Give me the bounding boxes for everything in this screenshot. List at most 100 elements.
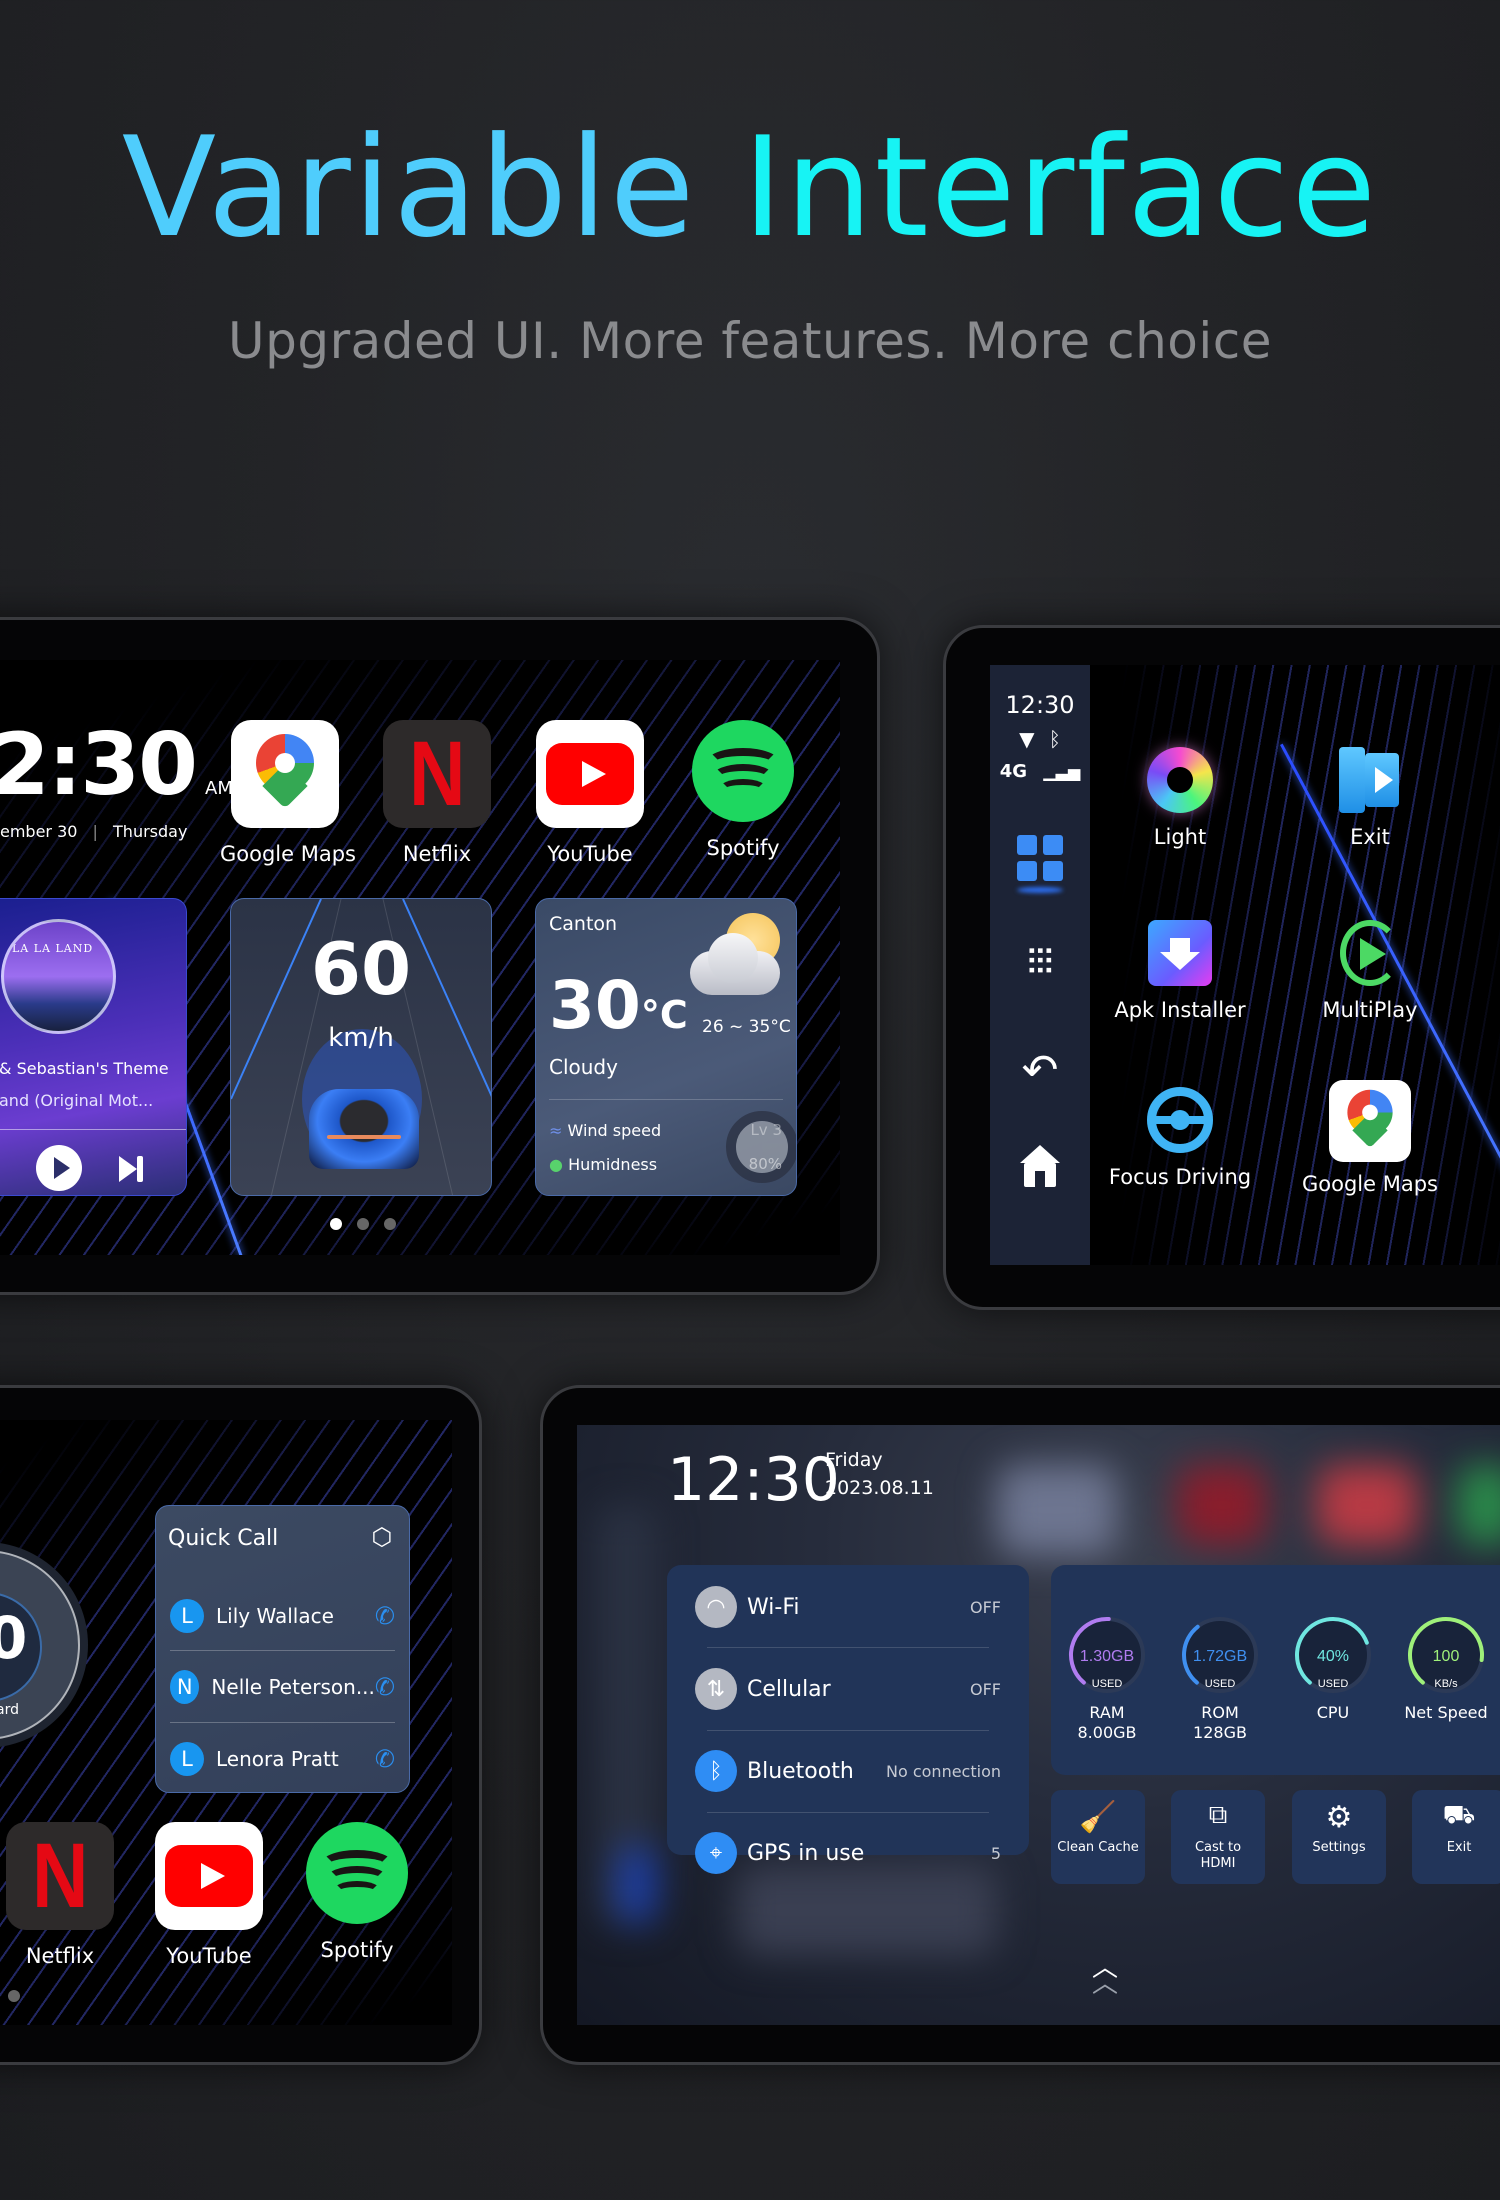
app-label: YouTube: [166, 1944, 252, 1968]
track-title: & Sebastian's Theme: [0, 1059, 169, 1078]
bluetooth-icon: ᛒ: [1048, 727, 1061, 751]
divider: [707, 1730, 989, 1731]
gauge-sub: KB/s: [1434, 1678, 1458, 1690]
app-youtube[interactable]: YouTube: [144, 1822, 274, 1968]
contact-name: Nelle Peterson...: [211, 1675, 375, 1699]
app-focus-driving[interactable]: Focus Driving: [1105, 1087, 1255, 1189]
app-youtube[interactable]: YouTube: [525, 720, 655, 866]
speed-value: 60: [310, 927, 412, 1011]
sliders-icon: ⫶⫶⫶: [1027, 943, 1053, 983]
sidebar-back[interactable]: ↶: [990, 1045, 1090, 1096]
connectivity-panel: ◠ Wi-Fi OFF ⇅ Cellular OFF ᛒ Bluetooth N…: [667, 1565, 1029, 1874]
gauge-sub: USED: [1092, 1678, 1123, 1690]
page-dot-2[interactable]: [357, 1218, 369, 1230]
cloud-sun-icon: [686, 913, 786, 1003]
swipe-up-handle[interactable]: ︿ ︿: [1085, 1955, 1125, 2000]
app-netflix[interactable]: N Netflix: [0, 1822, 125, 1968]
toggle-wifi[interactable]: ◠ Wi-Fi OFF: [695, 1577, 1001, 1637]
cellular-data-icon: ⇅: [695, 1668, 737, 1710]
sidebar-equalizer[interactable]: ⫶⫶⫶: [990, 943, 1090, 983]
control-date: 2023.08.11: [825, 1477, 934, 1499]
screen-launcher: 12:30 ▼ ᛒ 4G ▁▃▅ ⫶⫶⫶ ↶ Light Exit Apk In…: [990, 665, 1500, 1265]
wind-label: Wind speed: [567, 1121, 662, 1140]
next-button[interactable]: [119, 1155, 149, 1183]
gauge-detail: 128GB: [1193, 1723, 1247, 1742]
page-dot[interactable]: [8, 1990, 20, 2002]
gauge-value: 0: [0, 1604, 28, 1672]
page-dot-3[interactable]: [384, 1218, 396, 1230]
divider: [170, 1722, 395, 1723]
quick-call-widget: Quick Call ⬡ L Lily Wallace ✆ N Nelle Pe…: [155, 1505, 410, 1793]
album-art-title: LA LA LAND: [12, 942, 94, 955]
gear-icon: ⚙: [1325, 1800, 1353, 1835]
app-spotify[interactable]: Spotify: [292, 1822, 422, 1962]
google-maps-icon: [1329, 1080, 1411, 1162]
gauge-name: Net Speed: [1404, 1703, 1488, 1722]
sidebar-apps-grid[interactable]: [990, 835, 1090, 893]
gauge-value: 1.72GB: [1193, 1648, 1247, 1665]
toggle-value: No connection: [886, 1761, 1001, 1781]
gauge-name: CPU: [1316, 1703, 1350, 1722]
netflix-icon: N: [383, 720, 491, 828]
skip-next-icon: [119, 1156, 137, 1182]
app-spotify[interactable]: Spotify: [678, 720, 808, 860]
car-image: [309, 1089, 419, 1169]
gauge-ring: 100 KB/s: [1408, 1617, 1484, 1693]
divider: [0, 1129, 186, 1130]
wifi-icon: ▼: [1019, 727, 1035, 751]
track-album: and (Original Mot...: [0, 1091, 154, 1110]
temp-unit: °C: [640, 993, 688, 1037]
contact-row[interactable]: L Lenora Pratt ✆: [170, 1724, 395, 1792]
exit-door-icon: [1339, 747, 1401, 813]
phone-call-icon[interactable]: ✆: [375, 1602, 395, 1630]
app-multiplay[interactable]: MultiPlay: [1295, 920, 1445, 1022]
tile-settings[interactable]: ⚙ Settings: [1292, 1790, 1386, 1884]
weather-condition: Cloudy: [549, 1055, 618, 1079]
toggle-gps[interactable]: ⌖ GPS in use 5: [695, 1823, 1001, 1883]
app-apk-installer[interactable]: Apk Installer: [1105, 920, 1255, 1022]
tile-label: Clean Cache: [1057, 1840, 1139, 1855]
clock-time: 2:30: [0, 715, 198, 815]
steering-wheel-icon: [1147, 1087, 1213, 1153]
album-art: LA LA LAND: [1, 919, 116, 1034]
tile-clean-cache[interactable]: 🧹 Clean Cache: [1051, 1790, 1145, 1884]
page-dot-1[interactable]: [330, 1218, 342, 1230]
app-light[interactable]: Light: [1105, 747, 1255, 849]
app-netflix[interactable]: N Netflix: [372, 720, 502, 866]
gauge-label: ard: [0, 1702, 19, 1718]
phone-call-icon[interactable]: ✆: [375, 1673, 395, 1701]
tile-exit[interactable]: ⛟ Exit: [1412, 1790, 1500, 1884]
app-label: MultiPlay: [1322, 998, 1418, 1022]
gauge-value: 1.30GB: [1080, 1648, 1134, 1665]
screen-quickcall: 0 ard Quick Call ⬡ L Lily Wallace ✆ N Ne…: [0, 1420, 452, 2025]
app-label: YouTube: [547, 842, 633, 866]
app-google-maps[interactable]: Google Maps: [220, 720, 356, 866]
music-widget[interactable]: LA LA LAND & Sebastian's Theme and (Orig…: [0, 898, 187, 1196]
toggle-cellular[interactable]: ⇅ Cellular OFF: [695, 1659, 1001, 1719]
sidebar-home[interactable]: [990, 1145, 1090, 1187]
gauge-value: 40%: [1317, 1648, 1349, 1665]
phone-call-icon[interactable]: ✆: [375, 1745, 395, 1773]
weather-widget[interactable]: Canton 30°C 26 ~ 35°C Cloudy ≈ Wind spee…: [535, 898, 797, 1196]
network-type: 4G: [999, 761, 1028, 782]
multiplay-icon: [1340, 920, 1400, 986]
speed-unit: km/h: [328, 1023, 394, 1053]
toggle-bluetooth[interactable]: ᛒ Bluetooth No connection: [695, 1741, 1001, 1801]
play-button[interactable]: [36, 1145, 82, 1191]
contact-name: Lily Wallace: [216, 1604, 334, 1628]
system-stats-panel: 1.30GB USED RAM 8.00GB 1.72GB USED ROM 128GB 4…: [1051, 1565, 1500, 1775]
app-exit[interactable]: Exit: [1295, 747, 1445, 849]
hero-title-part1: Variable: [121, 107, 697, 268]
network-row: 4G ▁▃▅: [990, 761, 1090, 782]
bluetooth-icon: ᛒ: [695, 1750, 737, 1792]
clock-widget: 2:30 AM: [0, 715, 233, 815]
youtube-icon: [155, 1822, 263, 1930]
contact-row[interactable]: N Nelle Peterson... ✆: [170, 1652, 395, 1722]
gauge-name: ROM: [1201, 1703, 1239, 1722]
tile-cast-hdmi[interactable]: ⧉ Cast to HDMI: [1171, 1790, 1265, 1884]
signal-icon: ▁▃▅: [1043, 762, 1081, 781]
app-google-maps[interactable]: Google Maps: [1295, 1080, 1445, 1196]
contact-row[interactable]: L Lily Wallace ✆: [170, 1581, 395, 1651]
screen-home: 2:30 AM ember 30 | Thursday Google Maps …: [0, 660, 840, 1255]
quick-call-settings-button[interactable]: ⬡: [369, 1523, 395, 1551]
